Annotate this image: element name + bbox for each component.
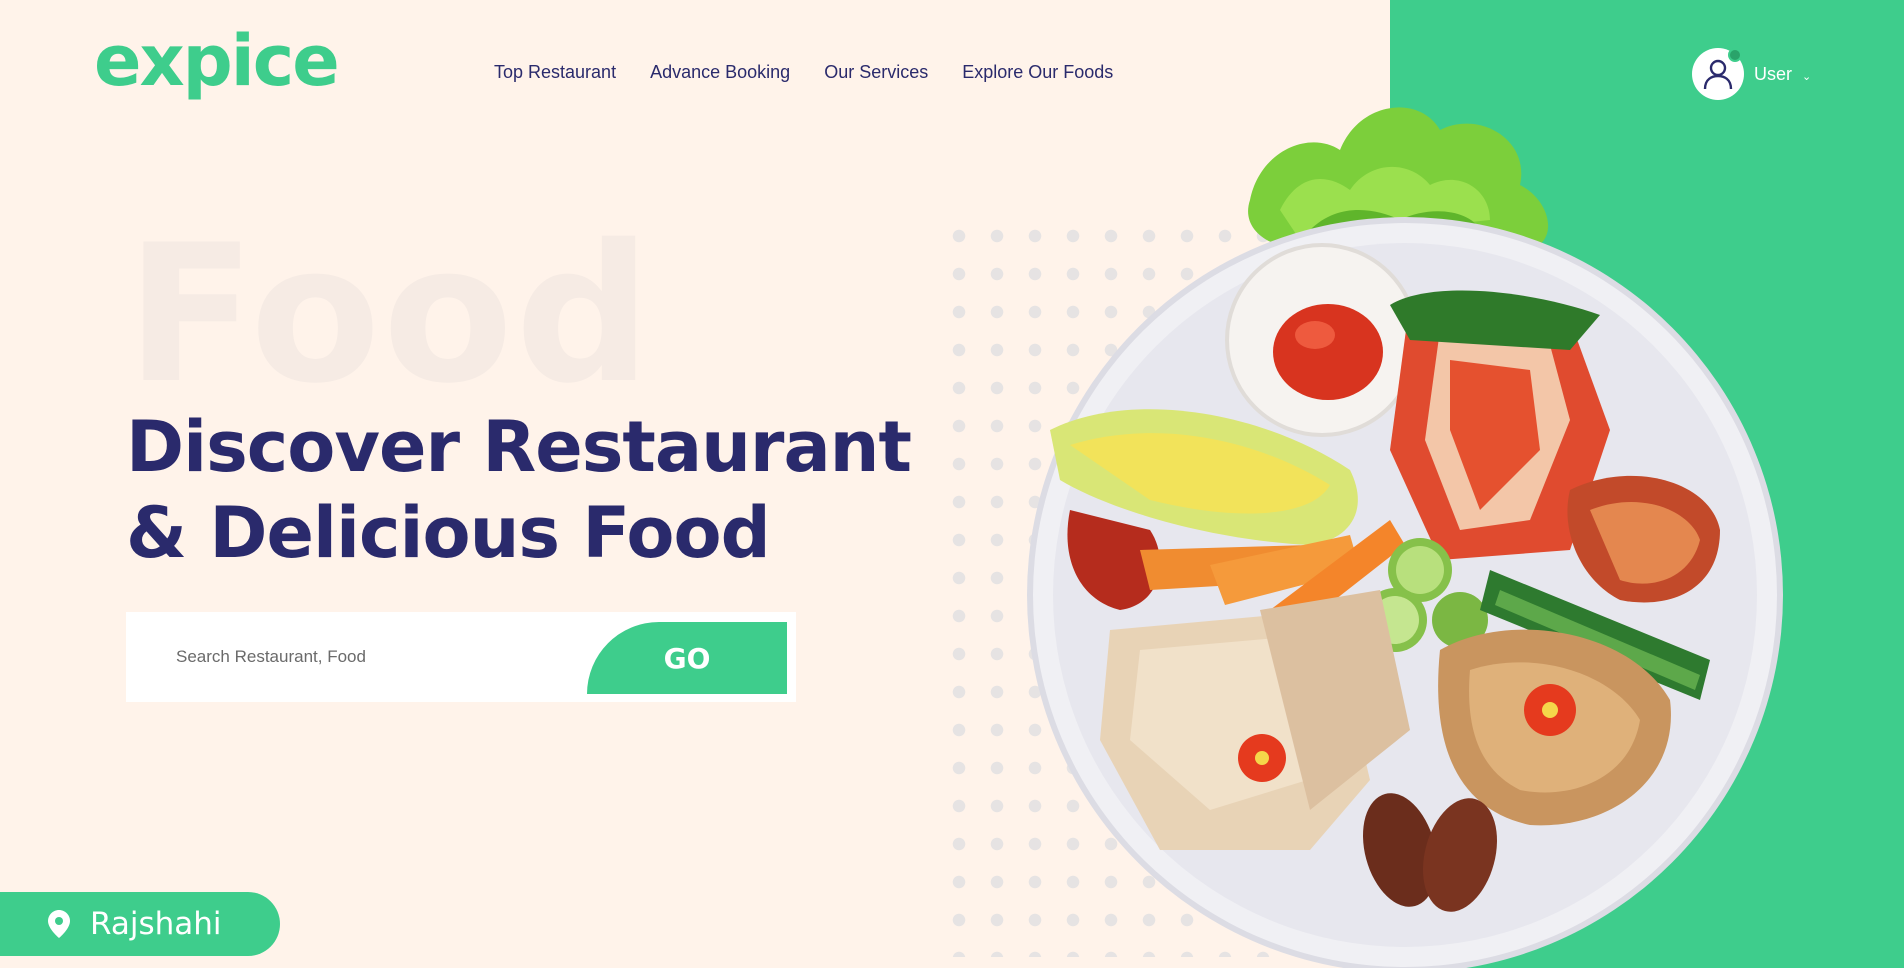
search-bar: GO: [126, 612, 796, 702]
logo[interactable]: expice: [94, 26, 340, 96]
main-nav: Top Restaurant Advance Booking Our Servi…: [494, 62, 1113, 83]
go-button[interactable]: GO: [587, 622, 787, 694]
nav-item-top-restaurant[interactable]: Top Restaurant: [494, 62, 616, 83]
hero-headline-line2: & Delicious Food: [126, 492, 771, 574]
hero-food-image: [1010, 90, 1790, 968]
chevron-down-icon[interactable]: ⌄: [1802, 70, 1811, 83]
nav-item-our-services[interactable]: Our Services: [824, 62, 928, 83]
online-status-dot: [1728, 48, 1742, 62]
search-input[interactable]: [126, 612, 586, 702]
hero-headline-line1: Discover Restaurant: [126, 406, 912, 488]
plate-illustration: [1027, 107, 1783, 968]
user-icon: [1703, 59, 1733, 90]
location-label: Rajshahi: [90, 906, 222, 942]
nav-item-advance-booking[interactable]: Advance Booking: [650, 62, 790, 83]
location-selector[interactable]: Rajshahi: [0, 892, 280, 956]
user-label: User: [1754, 63, 1793, 84]
map-pin-icon: [48, 910, 70, 938]
background-word: Food: [126, 204, 654, 425]
hero-headline: Discover Restaurant & Delicious Food: [126, 404, 912, 576]
nav-item-explore-foods[interactable]: Explore Our Foods: [962, 62, 1113, 83]
